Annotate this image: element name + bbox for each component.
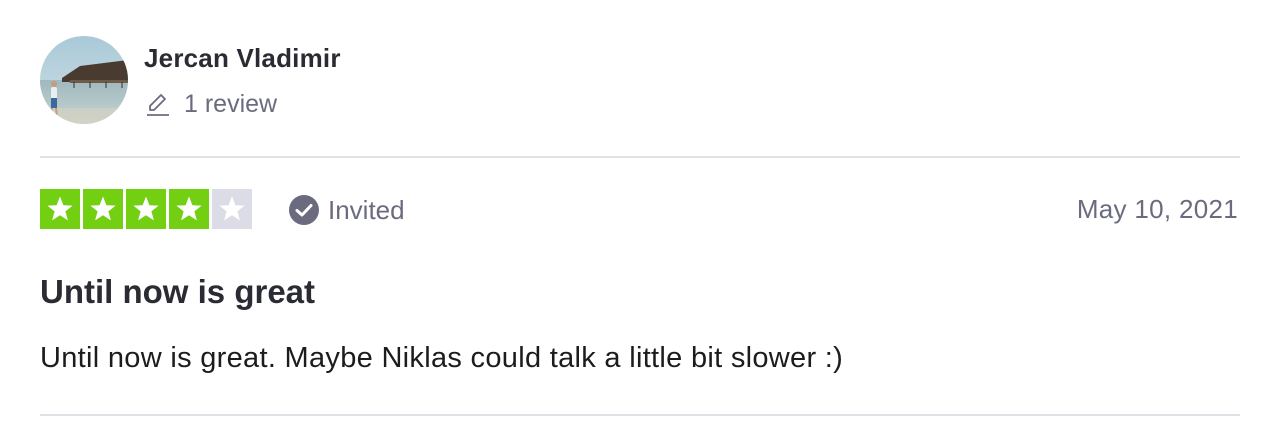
divider (40, 414, 1240, 416)
review-card: Jercan Vladimir 1 review Invited May 10,… (40, 0, 1240, 428)
star-icon (219, 196, 245, 221)
review-count-row: 1 review (144, 88, 277, 120)
avatar-photo (40, 36, 128, 124)
review-count: 1 review (184, 89, 278, 118)
review-title[interactable]: Until now is great (40, 273, 315, 311)
invited-badge[interactable]: Invited (288, 193, 405, 227)
star-5 (212, 189, 252, 229)
divider (40, 156, 1240, 158)
rating-row: Invited May 10, 2021 (40, 189, 1240, 231)
reviewer-name[interactable]: Jercan Vladimir (144, 43, 341, 74)
star-3 (126, 189, 166, 229)
star-icon (176, 196, 202, 221)
reviewer-info: Jercan Vladimir 1 review (40, 36, 640, 126)
star-4 (169, 189, 209, 229)
star-1 (40, 189, 80, 229)
review-date: May 10, 2021 (1076, 194, 1238, 224)
avatar[interactable] (40, 36, 128, 124)
check-circle-icon (288, 194, 320, 226)
review-body: Until now is great. Maybe Niklas could t… (40, 342, 844, 374)
star-icon (133, 196, 159, 221)
star-2 (83, 189, 123, 229)
star-rating (40, 189, 252, 229)
star-icon (47, 196, 73, 221)
pencil-icon (144, 90, 172, 118)
invited-label: Invited (328, 194, 405, 225)
star-icon (90, 196, 116, 221)
